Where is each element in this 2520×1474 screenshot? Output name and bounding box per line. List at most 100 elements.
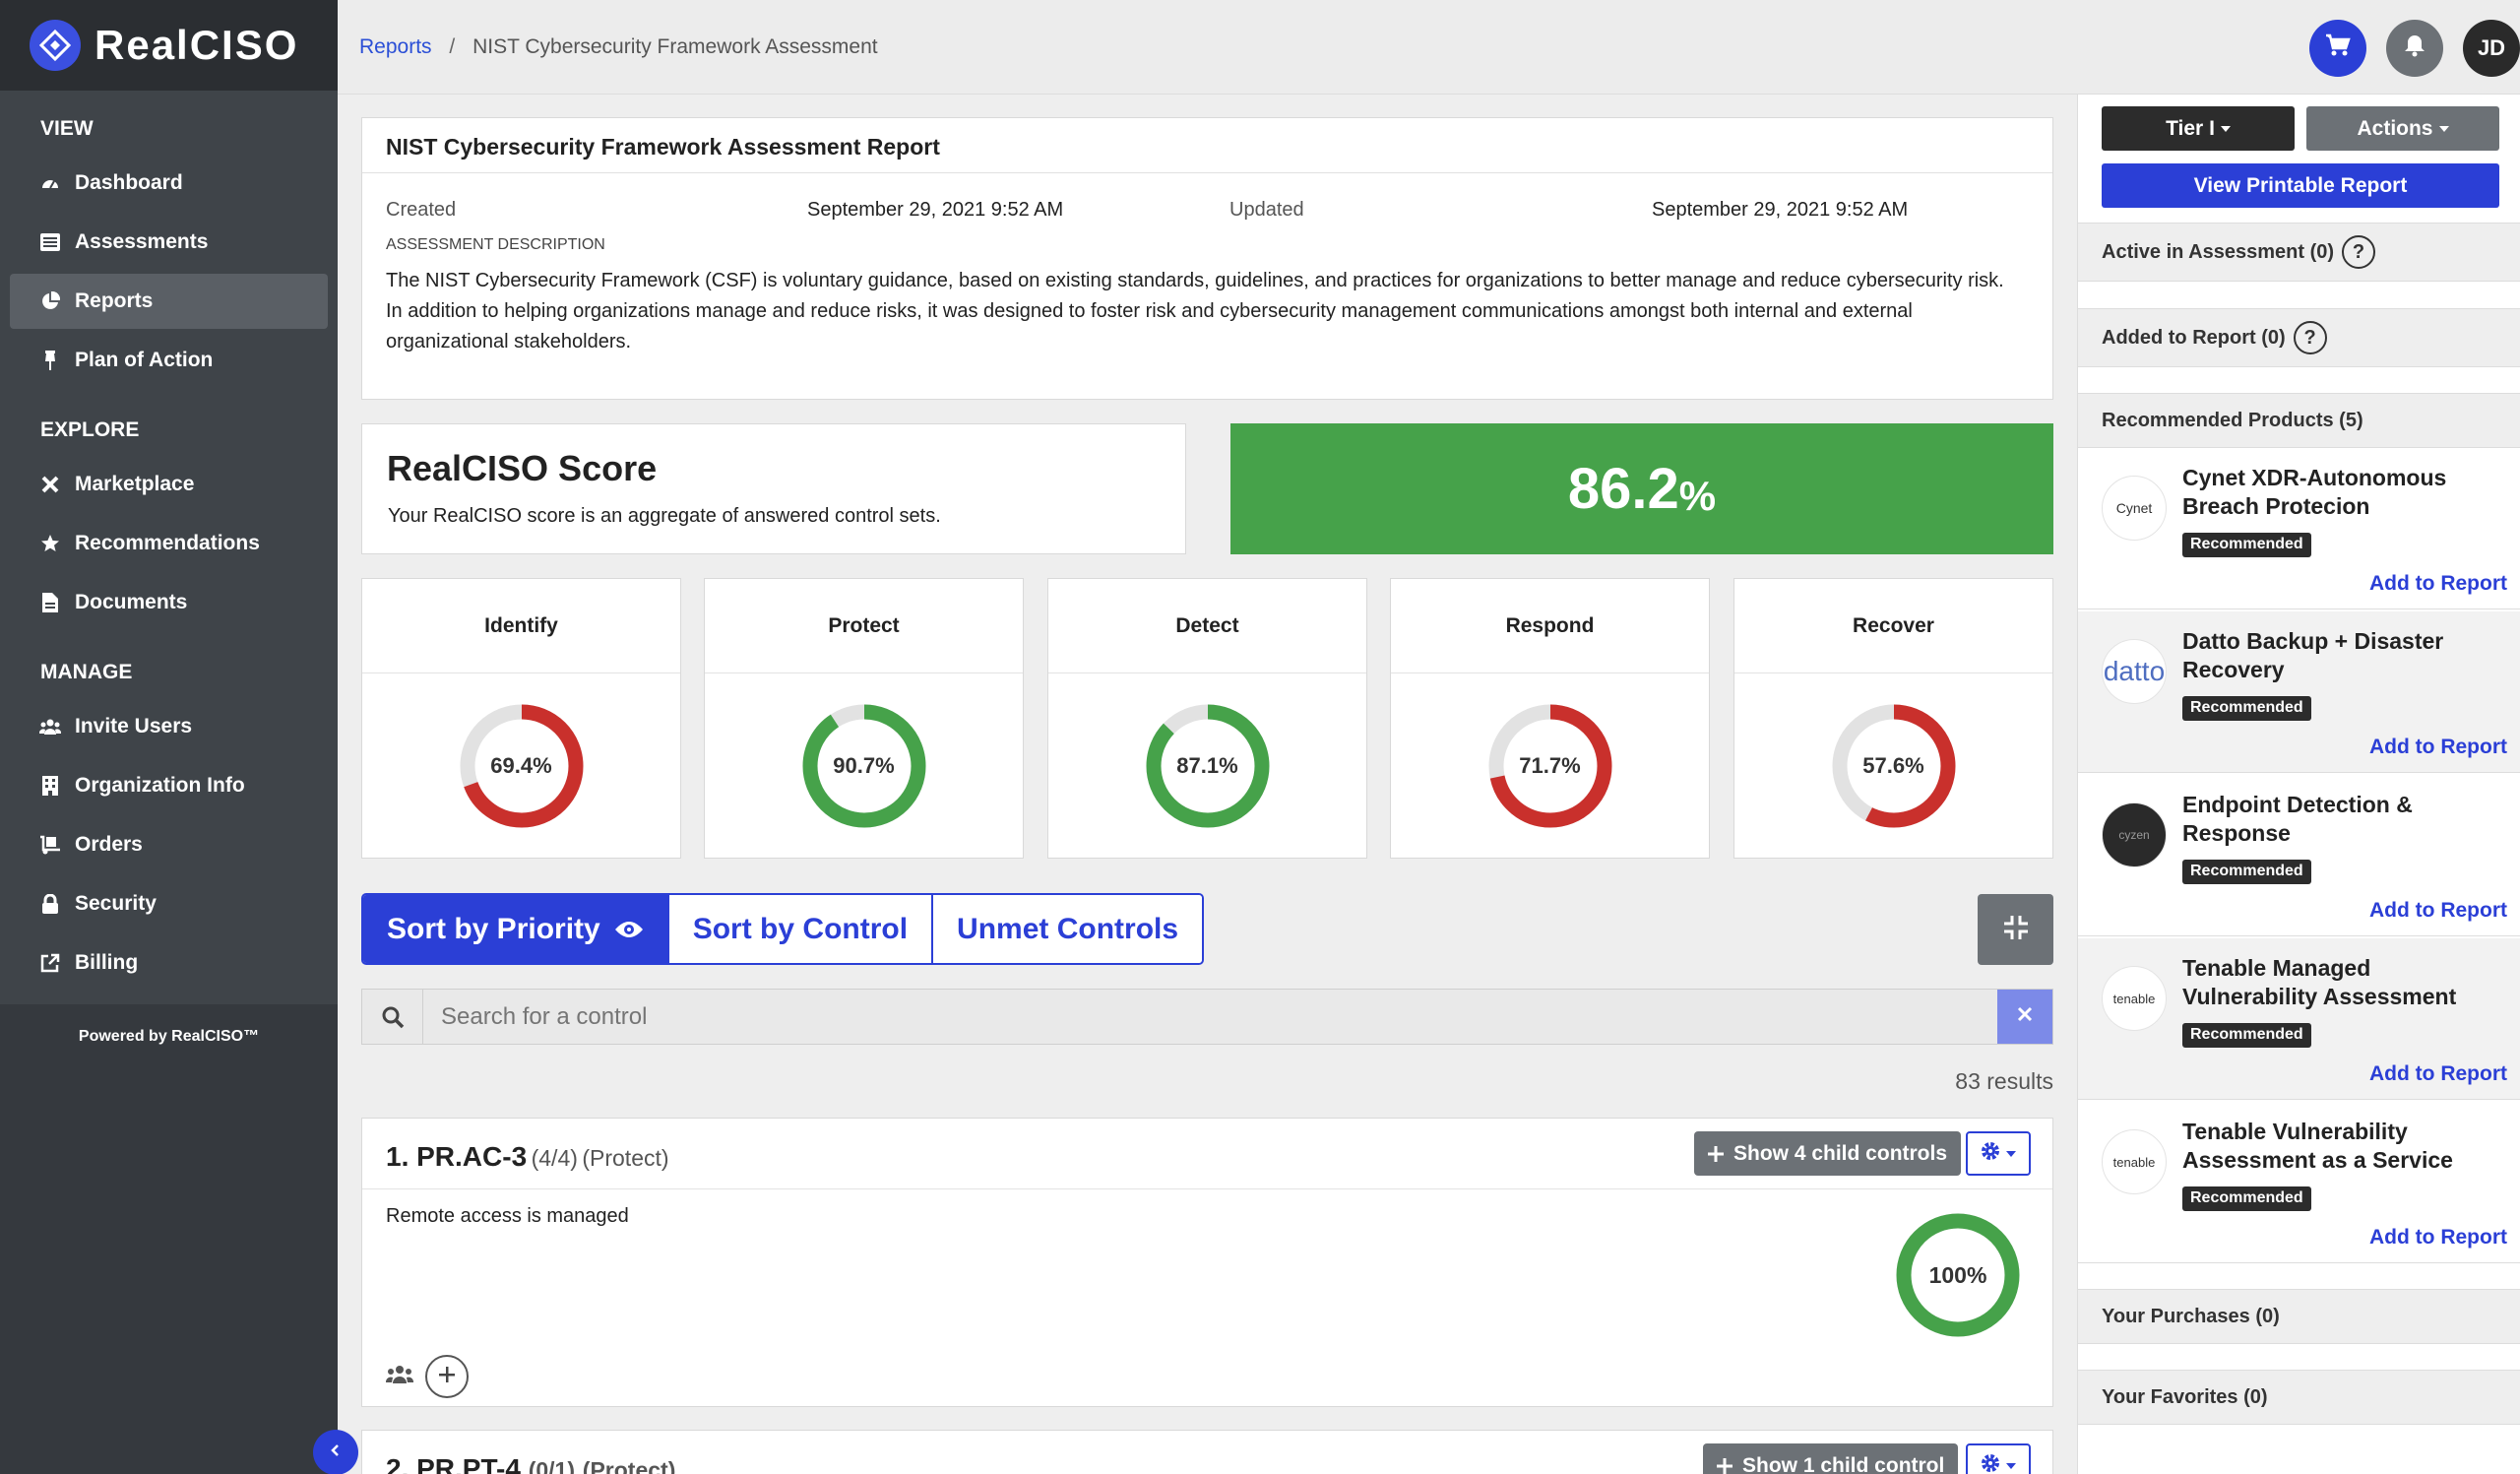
cart-button[interactable] — [2309, 20, 2366, 77]
spacer — [2078, 282, 2520, 309]
help-icon[interactable]: ? — [2342, 235, 2376, 269]
control-category: (Protect) — [582, 1457, 676, 1474]
sidebar-section-manage: MANAGE — [40, 661, 133, 683]
sidebar-item-billing[interactable]: Billing — [10, 935, 328, 991]
spacer — [2078, 1344, 2520, 1370]
function-card-recover: Recover 57.6% — [1733, 578, 2053, 859]
gear-icon — [1981, 1453, 2000, 1474]
tier-dropdown[interactable]: Tier I — [2102, 106, 2295, 151]
breadcrumb-reports-link[interactable]: Reports — [359, 35, 432, 58]
function-percent: 69.4% — [490, 753, 552, 778]
brand[interactable]: RealCISO — [0, 0, 338, 91]
sort-by-control-button[interactable]: Sort by Control — [668, 895, 934, 963]
list-icon — [39, 231, 61, 253]
sidebar-item-orders[interactable]: Orders — [10, 817, 328, 872]
your-purchases-section[interactable]: Your Purchases (0) — [2078, 1289, 2520, 1344]
function-card-protect: Protect 90.7% — [704, 578, 1024, 859]
clear-search-button[interactable] — [1997, 990, 2052, 1044]
product-name: Tenable Managed Vulnerability Assessment — [2182, 955, 2457, 1009]
function-card-identify: Identify 69.4% — [361, 578, 681, 859]
function-name: Protect — [705, 579, 1023, 673]
sidebar-menu: VIEW Dashboard Assessments Reports Plan … — [0, 91, 338, 1004]
control-body: Remote access is managed 100% — [362, 1189, 2052, 1406]
sidebar-item-label: Assessments — [75, 230, 209, 253]
control-settings-dropdown[interactable] — [1966, 1443, 2031, 1474]
sidebar-section-view: VIEW — [40, 117, 94, 140]
unmet-controls-button[interactable]: Unmet Controls — [933, 895, 1203, 963]
close-icon — [2016, 1005, 2034, 1028]
add-to-report-link[interactable]: Add to Report — [2369, 899, 2507, 923]
added-to-report-label: Added to Report (0) — [2102, 326, 2286, 349]
breadcrumb-separator: / — [449, 34, 456, 58]
actions-dropdown[interactable]: Actions — [2306, 106, 2499, 151]
star-icon — [39, 533, 61, 554]
sidebar-item-security[interactable]: Security — [10, 876, 328, 931]
sidebar-item-invite-users[interactable]: Invite Users — [10, 699, 328, 754]
function-card-respond: Respond 71.7% — [1390, 578, 1710, 859]
collapse-all-button[interactable] — [1978, 894, 2053, 965]
sidebar-item-dashboard[interactable]: Dashboard — [10, 156, 328, 211]
dolly-icon — [39, 834, 61, 856]
sidebar-item-label: Documents — [75, 591, 188, 613]
search-input[interactable] — [423, 990, 1997, 1044]
sidebar-item-organization-info[interactable]: Organization Info — [10, 758, 328, 813]
active-in-assessment-section[interactable]: Active in Assessment (0) ? — [2078, 223, 2520, 282]
sidebar-item-label: Organization Info — [75, 774, 245, 797]
add-to-report-link[interactable]: Add to Report — [2369, 1062, 2507, 1086]
sidebar-item-reports[interactable]: Reports — [10, 274, 328, 329]
control-title: 2. PR.PT-4 (0/1) (Protect) — [386, 1453, 675, 1474]
sidebar-item-marketplace[interactable]: Marketplace — [10, 457, 328, 512]
your-favorites-section[interactable]: Your Favorites (0) — [2078, 1370, 2520, 1425]
score-subtitle: Your RealCISO score is an aggregate of a… — [388, 505, 941, 527]
control-header[interactable]: 1. PR.AC-3 (4/4) (Protect) Show 4 child … — [362, 1119, 2052, 1189]
help-icon[interactable]: ? — [2293, 321, 2327, 354]
sidebar-collapse-button[interactable] — [313, 1430, 358, 1474]
caret-down-icon — [2438, 125, 2449, 132]
realciso-logo-icon — [30, 20, 81, 71]
notifications-button[interactable] — [2386, 20, 2443, 77]
caret-down-icon — [2006, 1150, 2016, 1157]
control-description: Remote access is managed — [386, 1205, 629, 1227]
active-in-assessment-label: Active in Assessment (0) — [2102, 240, 2335, 263]
lock-icon — [39, 893, 61, 915]
product-card: Cynet Cynet XDR-Autonomous Breach Protec… — [2078, 448, 2520, 609]
product-card: datto Datto Backup + Disaster Recovery R… — [2078, 611, 2520, 773]
pie-chart-icon — [39, 290, 61, 312]
control-percent: 100% — [1928, 1261, 1987, 1288]
recommended-products-section[interactable]: Recommended Products (5) — [2078, 393, 2520, 448]
chevron-left-icon — [329, 1443, 343, 1462]
building-icon — [39, 775, 61, 797]
added-to-report-section[interactable]: Added to Report (0) ? — [2078, 308, 2520, 367]
product-name: Endpoint Detection & Response — [2182, 792, 2413, 846]
user-avatar[interactable]: JD — [2463, 20, 2520, 77]
add-to-report-link[interactable]: Add to Report — [2369, 572, 2507, 596]
function-name: Identify — [362, 579, 680, 673]
caret-down-icon — [2006, 1462, 2016, 1469]
show-child-controls-button[interactable]: Show 1 child control — [1703, 1443, 1959, 1474]
recommended-badge: Recommended — [2182, 1186, 2311, 1211]
add-to-report-link[interactable]: Add to Report — [2369, 736, 2507, 759]
sidebar-item-recommendations[interactable]: Recommendations — [10, 516, 328, 571]
control-settings-dropdown[interactable] — [1966, 1131, 2031, 1176]
product-name: Cynet XDR-Autonomous Breach Protecion — [2182, 465, 2447, 519]
show-child-controls-button[interactable]: Show 4 child controls — [1694, 1131, 1962, 1176]
sidebar-item-plan-of-action[interactable]: Plan of Action — [10, 333, 328, 388]
actions-label: Actions — [2357, 116, 2433, 140]
tier-label: Tier I — [2166, 116, 2215, 140]
topbar: Reports / NIST Cybersecurity Framework A… — [338, 0, 2520, 95]
sort-by-priority-button[interactable]: Sort by Priority — [363, 895, 669, 963]
report-title: NIST Cybersecurity Framework Assessment … — [362, 118, 2052, 173]
breadcrumb-current: NIST Cybersecurity Framework Assessment — [472, 34, 878, 58]
sidebar-item-documents[interactable]: Documents — [10, 575, 328, 630]
recommended-badge: Recommended — [2182, 1023, 2311, 1048]
add-assignee-button[interactable] — [425, 1355, 469, 1398]
add-to-report-link[interactable]: Add to Report — [2369, 1226, 2507, 1250]
recommended-badge: Recommended — [2182, 860, 2311, 884]
document-icon — [39, 592, 61, 613]
control-search — [361, 989, 2053, 1045]
sidebar-item-assessments[interactable]: Assessments — [10, 215, 328, 270]
plus-icon — [1717, 1457, 1732, 1474]
view-printable-report-button[interactable]: View Printable Report — [2102, 163, 2499, 208]
control-count: (0/1) — [528, 1457, 576, 1474]
show-child-controls-label: Show 1 child control — [1742, 1453, 1945, 1474]
